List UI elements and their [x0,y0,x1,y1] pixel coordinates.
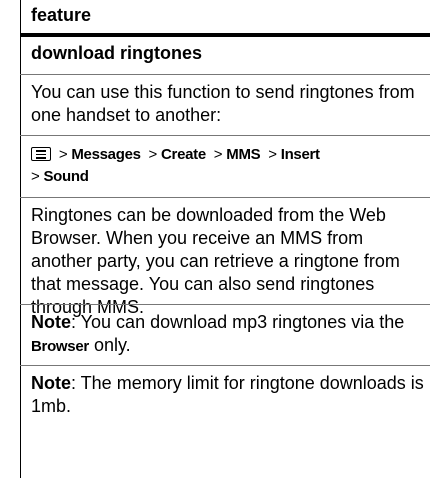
row-divider [20,74,430,75]
note-text: only. [88,335,131,355]
header-divider [20,33,430,37]
note-label: Note [31,312,71,332]
table-header: feature [20,0,430,34]
note-text: : The memory limit for ringtone download… [31,373,424,416]
note-text: : You can download mp3 ringtones via the [71,312,405,332]
path-item: Create [161,146,206,163]
path-separator: > [268,146,277,163]
path-separator: > [31,168,40,185]
feature-table: feature download ringtones You can use t… [20,0,430,478]
row-divider [20,365,430,366]
path-item: Insert [280,146,320,163]
body-paragraph: Ringtones can be downloaded from the Web… [31,205,400,317]
menu-path: > Messages > Create > MMS > Insert > Sound [31,144,426,188]
section-title: download ringtones [31,43,202,63]
note-1: Note: You can download mp3 ringtones via… [31,311,426,358]
browser-term: Browser [31,338,89,355]
menu-key-icon [31,147,51,161]
path-separator: > [213,146,223,163]
row-divider [20,197,430,198]
path-item: Sound [43,168,89,185]
row-divider [20,304,430,305]
path-separator: > [148,146,158,163]
row-divider [20,135,430,136]
header-title: feature [31,5,92,25]
note-2: Note: The memory limit for ringtone down… [31,372,426,418]
note-label: Note [31,373,71,393]
path-item: MMS [226,146,261,163]
intro-paragraph: You can use this function to send ringto… [31,82,415,125]
table-left-border [20,0,21,478]
path-item: Messages [71,146,141,163]
path-separator: > [58,146,68,163]
